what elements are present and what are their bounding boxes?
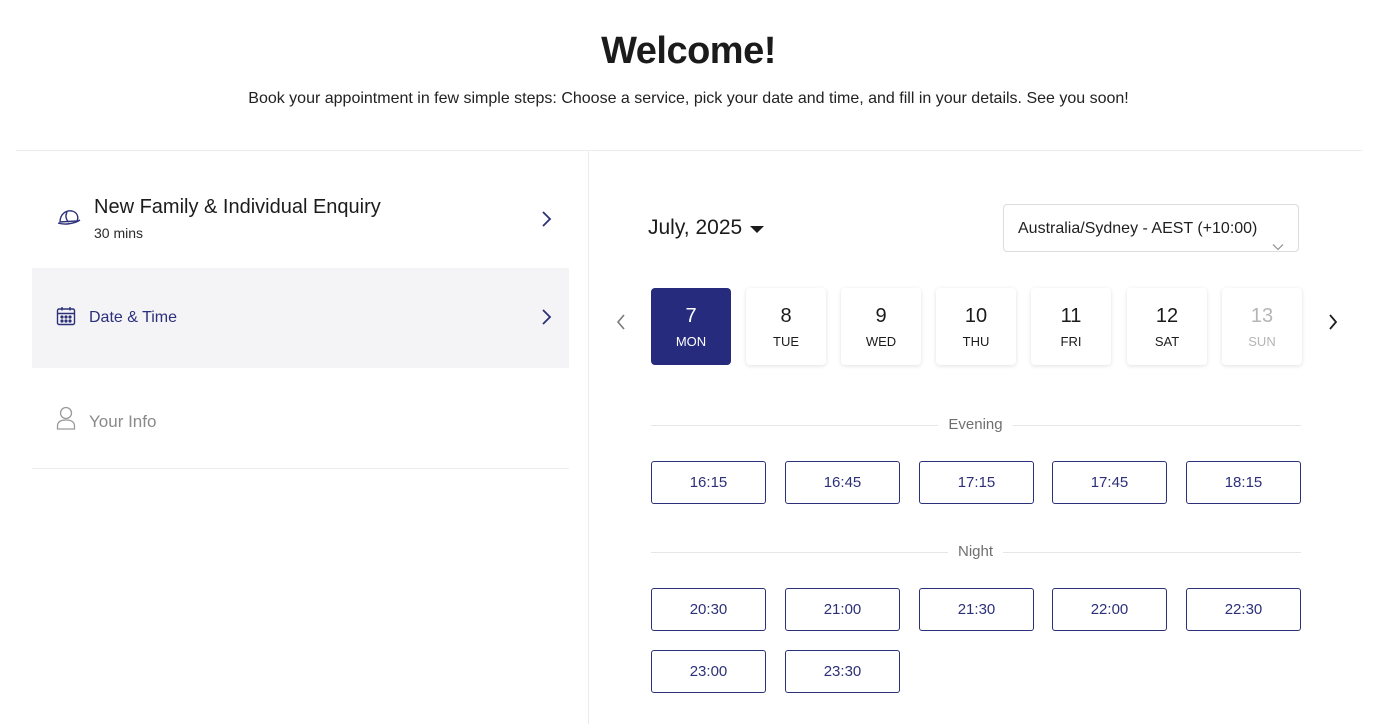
day-card[interactable]: 10 THU — [936, 288, 1016, 365]
chevron-right-icon — [540, 308, 552, 331]
evening-section-label: Evening — [0, 416, 1377, 433]
calendar-icon — [56, 306, 76, 331]
service-duration: 30 mins — [94, 225, 144, 241]
day-number: 7 — [685, 305, 697, 327]
header-divider — [16, 150, 1362, 151]
chevron-right-icon — [540, 210, 552, 233]
page-title: Welcome! — [601, 30, 776, 72]
time-slot-button[interactable]: 16:15 — [651, 461, 766, 504]
page-header: Welcome! Book your appointment in few si… — [0, 0, 1377, 150]
day-card[interactable]: 7 MON — [651, 288, 731, 365]
day-card: 13 SUN — [1222, 288, 1302, 365]
time-slot-button[interactable]: 21:30 — [919, 588, 1034, 631]
day-number: 11 — [1060, 305, 1082, 327]
day-name: WED — [865, 334, 897, 349]
day-number: 12 — [1155, 305, 1179, 327]
time-slot-button[interactable]: 22:00 — [1052, 588, 1167, 631]
step-date-time[interactable]: Date & Time — [32, 268, 569, 368]
page-subtitle: Book your appointment in few simple step… — [248, 90, 1129, 107]
time-slot-button[interactable]: 23:00 — [651, 650, 766, 693]
day-number: 8 — [780, 305, 792, 327]
day-name: THU — [962, 334, 990, 349]
timezone-value: Australia/Sydney - AEST (+10:00) — [1018, 220, 1258, 237]
day-name: MON — [675, 334, 707, 349]
service-name: New Family & Individual Enquiry — [94, 196, 381, 218]
time-slot-button[interactable]: 23:30 — [785, 650, 900, 693]
time-slot-button[interactable]: 17:45 — [1052, 461, 1167, 504]
month-label: July, 2025 — [648, 216, 743, 239]
prev-week-button[interactable] — [615, 312, 627, 337]
day-number: 9 — [875, 305, 887, 327]
day-number: 13 — [1250, 305, 1274, 327]
night-section-label: Night — [0, 543, 1377, 560]
chevron-down-icon — [1272, 223, 1284, 271]
time-slot-button[interactable]: 22:30 — [1186, 588, 1301, 631]
day-card[interactable]: 8 TUE — [746, 288, 826, 365]
day-card[interactable]: 11 FRI — [1031, 288, 1111, 365]
day-name: FRI — [1060, 334, 1082, 349]
time-slot-button[interactable]: 20:30 — [651, 588, 766, 631]
time-slot-button[interactable]: 17:15 — [919, 461, 1034, 504]
next-week-button[interactable] — [1327, 312, 1339, 337]
timezone-select[interactable]: Australia/Sydney - AEST (+10:00) — [1003, 204, 1299, 252]
caret-down-icon — [750, 226, 765, 233]
hat-icon — [56, 208, 82, 233]
time-slot-button[interactable]: 18:15 — [1186, 461, 1301, 504]
day-number: 10 — [964, 305, 988, 327]
month-selector[interactable]: July, 2025 — [648, 216, 765, 240]
day-name: TUE — [773, 334, 799, 349]
day-name: SUN — [1248, 334, 1276, 349]
day-card[interactable]: 12 SAT — [1127, 288, 1207, 365]
panel-divider — [588, 151, 589, 724]
step-service[interactable]: New Family & Individual Enquiry 30 mins — [32, 170, 569, 268]
step-date-time-label: Date & Time — [89, 309, 178, 326]
time-slot-button[interactable]: 21:00 — [785, 588, 900, 631]
day-card[interactable]: 9 WED — [841, 288, 921, 365]
time-slot-button[interactable]: 16:45 — [785, 461, 900, 504]
day-name: SAT — [1154, 334, 1180, 349]
